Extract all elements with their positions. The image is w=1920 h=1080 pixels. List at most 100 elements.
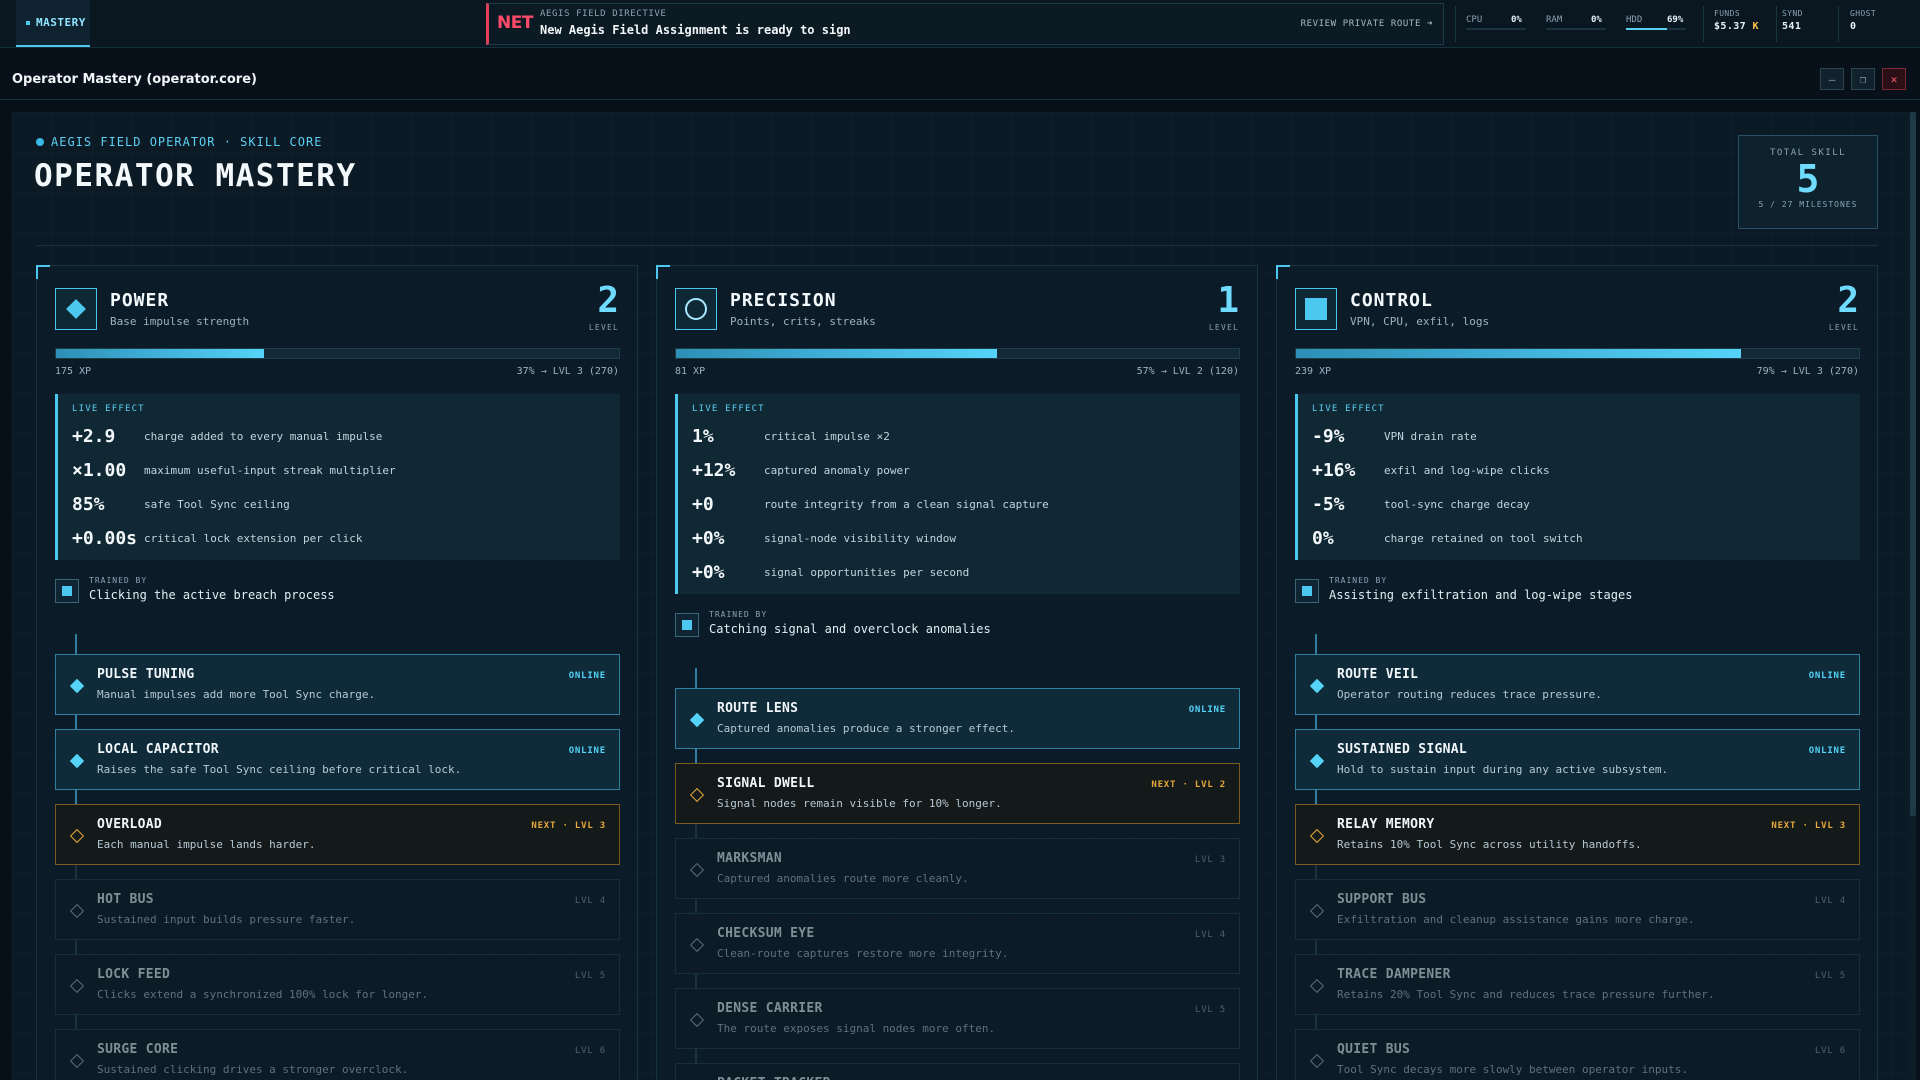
skill-node-surge-core[interactable]: SURGE CORE Sustained clicking drives a st… — [55, 1029, 620, 1080]
tree-connector — [75, 715, 77, 729]
node-status-badge: LVL 5 — [1814, 971, 1846, 981]
effect-row: +12% captured anomaly power — [692, 453, 1226, 487]
node-description: Captured anomalies route more cleanly. — [717, 872, 969, 885]
effect-text: signal opportunities per second — [764, 565, 970, 579]
effect-value: 0% — [1312, 527, 1334, 549]
skill-node-trace-dampener[interactable]: TRACE DAMPENER Retains 20% Tool Sync and … — [1295, 954, 1860, 1015]
hdd-label: HDD — [1626, 15, 1643, 25]
effect-value: +0.00s — [72, 527, 138, 549]
effect-value: ×1.00 — [72, 459, 127, 481]
column-subtitle: Base impulse strength — [110, 315, 250, 328]
skill-node-relay-memory[interactable]: RELAY MEMORY Retains 10% Tool Sync across… — [1295, 804, 1860, 865]
skill-node-dense-carrier[interactable]: DENSE CARRIER The route exposes signal no… — [675, 988, 1240, 1049]
node-diamond-icon — [69, 828, 85, 844]
node-name: MARKSMAN — [717, 851, 783, 866]
scrollbar-thumb[interactable] — [1910, 112, 1916, 816]
tab-mastery[interactable]: MASTERY — [16, 0, 90, 47]
tab-mastery-label: MASTERY — [36, 16, 86, 29]
directive-kicker: AEGIS FIELD DIRECTIVE — [540, 9, 667, 19]
node-status-badge: NEXT · LVL 3 — [1771, 821, 1846, 831]
node-name: SUPPORT BUS — [1337, 892, 1427, 907]
node-diamond-icon — [1309, 753, 1325, 769]
skill-column-precision: PRECISION Points, crits, streaks 1 LEVEL 81 … — [656, 265, 1258, 1080]
xp-progress-fill — [56, 349, 265, 358]
skill-node-packet-tracker[interactable]: PACKET TRACKERLVL 6 — [675, 1063, 1240, 1080]
node-description: Each manual impulse lands harder. — [97, 838, 316, 851]
node-name: OVERLOAD — [97, 817, 163, 832]
ram-stat: RAM 0% — [1546, 15, 1606, 30]
skill-node-overload[interactable]: OVERLOAD Each manual impulse lands harder… — [55, 804, 620, 865]
mastery-content: AEGIS FIELD OPERATOR · SKILL CORE OPERAT… — [12, 112, 1916, 1080]
divider — [1455, 6, 1456, 42]
effect-text: captured anomaly power — [764, 463, 910, 477]
hdd-stat: HDD 69% — [1626, 15, 1686, 30]
node-status-badge: LVL 6 — [1814, 1046, 1846, 1056]
skill-node-local-capacitor[interactable]: LOCAL CAPACITOR Raises the safe Tool Sync… — [55, 729, 620, 790]
tree-connector — [75, 790, 77, 804]
node-diamond-icon — [1309, 828, 1325, 844]
column-title: POWER — [110, 290, 170, 311]
node-diamond-icon — [689, 937, 705, 953]
tree-connector — [695, 899, 697, 913]
window-title: Operator Mastery (operator.core) — [12, 72, 257, 87]
tree-connector — [695, 1049, 697, 1063]
node-status-badge: NEXT · LVL 3 — [531, 821, 606, 831]
synd-label: SYND — [1782, 9, 1803, 18]
effect-value: -5% — [1312, 493, 1345, 515]
node-name: CHECKSUM EYE — [717, 926, 815, 941]
effect-row: +0% signal-node visibility window — [692, 521, 1226, 555]
directive-banner[interactable]: NET AEGIS FIELD DIRECTIVE New Aegis Fiel… — [486, 3, 1444, 45]
corner-accent — [1276, 265, 1290, 279]
effect-text: tool-sync charge decay — [1384, 497, 1530, 511]
skill-node-quiet-bus[interactable]: QUIET BUS Tool Sync decays more slowly be… — [1295, 1029, 1860, 1080]
skill-node-signal-dwell[interactable]: SIGNAL DWELL Signal nodes remain visible … — [675, 763, 1240, 824]
live-effect-label: LIVE EFFECT — [692, 404, 765, 414]
skill-node-lock-feed[interactable]: LOCK FEED Clicks extend a synchronized 10… — [55, 954, 620, 1015]
node-name: LOCK FEED — [97, 967, 171, 982]
skill-node-route-veil[interactable]: ROUTE VEIL Operator routing reduces trace… — [1295, 654, 1860, 715]
xp-progress-bar — [1295, 348, 1860, 359]
skill-node-route-lens[interactable]: ROUTE LENS Captured anomalies produce a s… — [675, 688, 1240, 749]
node-status-badge: LVL 6 — [574, 1046, 606, 1056]
effect-row: ×1.00 maximum useful-input streak multipl… — [72, 453, 606, 487]
effect-value: -9% — [1312, 425, 1345, 447]
cpu-stat: CPU 0% — [1466, 15, 1526, 30]
node-diamond-icon — [689, 712, 705, 728]
tree-connector — [695, 974, 697, 988]
trained-by-text: Clicking the active breach process — [89, 588, 335, 602]
skill-node-marksman[interactable]: MARKSMAN Captured anomalies route more cl… — [675, 838, 1240, 899]
minimize-button[interactable]: — — [1820, 68, 1844, 90]
hdd-value: 69% — [1667, 15, 1684, 25]
node-description: Sustained input builds pressure faster. — [97, 913, 356, 926]
xp-progress-text: 79% → LVL 3 (270) — [1756, 366, 1859, 377]
synd-readout: SYND 541 — [1782, 9, 1803, 32]
skill-node-support-bus[interactable]: SUPPORT BUS Exfiltration and cleanup assi… — [1295, 879, 1860, 940]
skill-node-sustained-signal[interactable]: SUSTAINED SIGNAL Hold to sustain input du… — [1295, 729, 1860, 790]
trained-by-icon — [55, 579, 79, 603]
effect-value: +16% — [1312, 459, 1356, 481]
node-name: ROUTE LENS — [717, 701, 799, 716]
close-button[interactable]: ✕ — [1882, 68, 1906, 90]
net-badge: NET — [497, 13, 533, 33]
skill-node-hot-bus[interactable]: HOT BUS Sustained input builds pressure f… — [55, 879, 620, 940]
tab-dot-icon — [26, 20, 30, 25]
effect-row: 85% safe Tool Sync ceiling — [72, 487, 606, 521]
tree-connector — [1315, 634, 1317, 654]
divider — [1703, 6, 1704, 42]
node-description: Sustained clicking drives a stronger ove… — [97, 1063, 409, 1076]
xp-progress-fill — [1296, 349, 1741, 358]
node-name: QUIET BUS — [1337, 1042, 1411, 1057]
square-icon — [1295, 288, 1337, 330]
node-name: LOCAL CAPACITOR — [97, 742, 219, 757]
node-description: Hold to sustain input during any active … — [1337, 763, 1669, 776]
scrollbar[interactable] — [1910, 112, 1916, 1080]
node-status-badge: LVL 3 — [1194, 855, 1226, 865]
review-private-route-button[interactable]: REVIEW PRIVATE ROUTE ➜ — [1301, 19, 1433, 29]
node-description: Captured anomalies produce a stronger ef… — [717, 722, 1016, 735]
effect-row: +16% exfil and log-wipe clicks — [1312, 453, 1846, 487]
effect-row: +2.9 charge added to every manual impulse — [72, 419, 606, 453]
restore-button[interactable]: ❐ — [1851, 68, 1875, 90]
skill-node-pulse-tuning[interactable]: PULSE TUNING Manual impulses add more Too… — [55, 654, 620, 715]
skill-node-checksum-eye[interactable]: CHECKSUM EYE Clean-route captures restore… — [675, 913, 1240, 974]
node-name: PULSE TUNING — [97, 667, 195, 682]
